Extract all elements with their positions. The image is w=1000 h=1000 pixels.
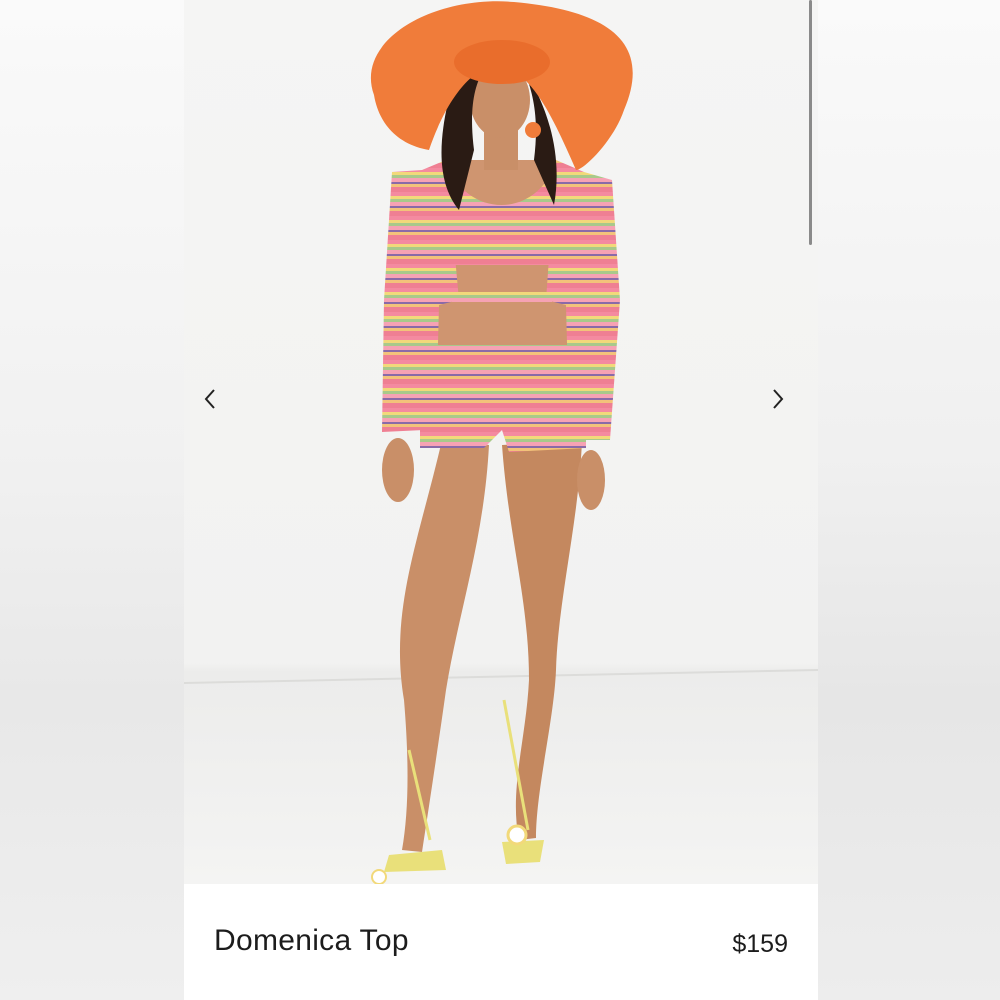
product-card[interactable]: Domenica Top $159 <box>184 0 818 1000</box>
previous-image-button[interactable] <box>203 388 233 428</box>
chevron-left-icon <box>204 389 215 409</box>
product-title[interactable]: Domenica Top <box>214 924 409 958</box>
product-info-bar: Domenica Top $159 <box>184 884 818 1000</box>
right-blurred-background <box>818 0 1000 1000</box>
chevron-right-icon <box>773 389 784 409</box>
left-blurred-background <box>0 0 184 1000</box>
product-image[interactable] <box>184 0 818 884</box>
vertical-scrollbar[interactable] <box>809 0 812 245</box>
product-price: $159 <box>732 930 788 958</box>
next-image-button[interactable] <box>771 388 801 428</box>
model-illustration <box>184 1 818 884</box>
